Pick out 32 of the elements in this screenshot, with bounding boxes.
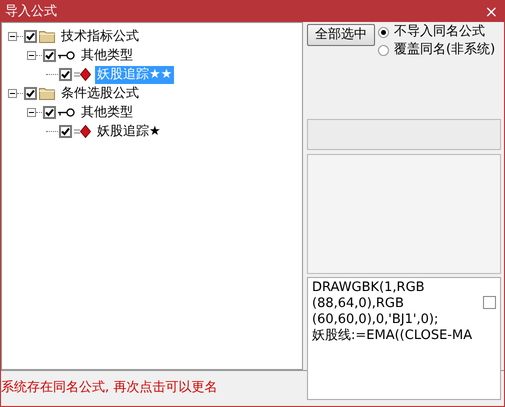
checkbox[interactable]: [43, 106, 56, 119]
tree-item[interactable]: 条件选股公式: [59, 84, 141, 102]
radio-option[interactable]: 覆盖同名(非系统): [378, 42, 496, 58]
key-icon: [58, 51, 75, 60]
tree-item[interactable]: 妖股追踪★: [95, 122, 163, 140]
checkbox[interactable]: [43, 49, 56, 62]
code-line: DRAWGBK(1,RGB: [312, 280, 426, 296]
code-line: 妖股线:=EMA((CLOSE-MA: [312, 328, 474, 344]
code-line: (88,64,0),RGB: [312, 296, 405, 312]
tree-item[interactable]: 其他类型: [79, 104, 135, 122]
diamond-icon: [74, 125, 91, 138]
tree-item[interactable]: 其他类型: [79, 46, 135, 64]
collapse-toggle[interactable]: [27, 51, 36, 60]
tree-item[interactable]: 技术指标公式: [59, 28, 141, 46]
folder-icon: [39, 87, 55, 100]
folder-icon: [39, 30, 55, 43]
key-icon: [58, 108, 75, 117]
radio-option[interactable]: 不导入同名公式: [378, 24, 496, 40]
checkbox[interactable]: [59, 68, 72, 81]
checkbox[interactable]: [24, 87, 37, 100]
collapse-toggle[interactable]: [27, 108, 36, 117]
checkbox[interactable]: [24, 30, 37, 43]
window-title: 导入公式: [5, 3, 57, 20]
diamond-icon: [74, 68, 91, 81]
collapse-toggle[interactable]: [8, 89, 17, 98]
status-message: 系统存在同名公式, 再次点击可以更名: [1, 378, 218, 396]
code-line: (60,60,0),0,'BJ1',0);: [312, 312, 440, 328]
collapse-toggle[interactable]: [8, 32, 17, 41]
checkbox[interactable]: [483, 296, 496, 309]
checkbox[interactable]: [59, 125, 72, 138]
select-all-button[interactable]: 全部选中: [307, 24, 375, 46]
close-button[interactable]: ×: [482, 2, 500, 20]
